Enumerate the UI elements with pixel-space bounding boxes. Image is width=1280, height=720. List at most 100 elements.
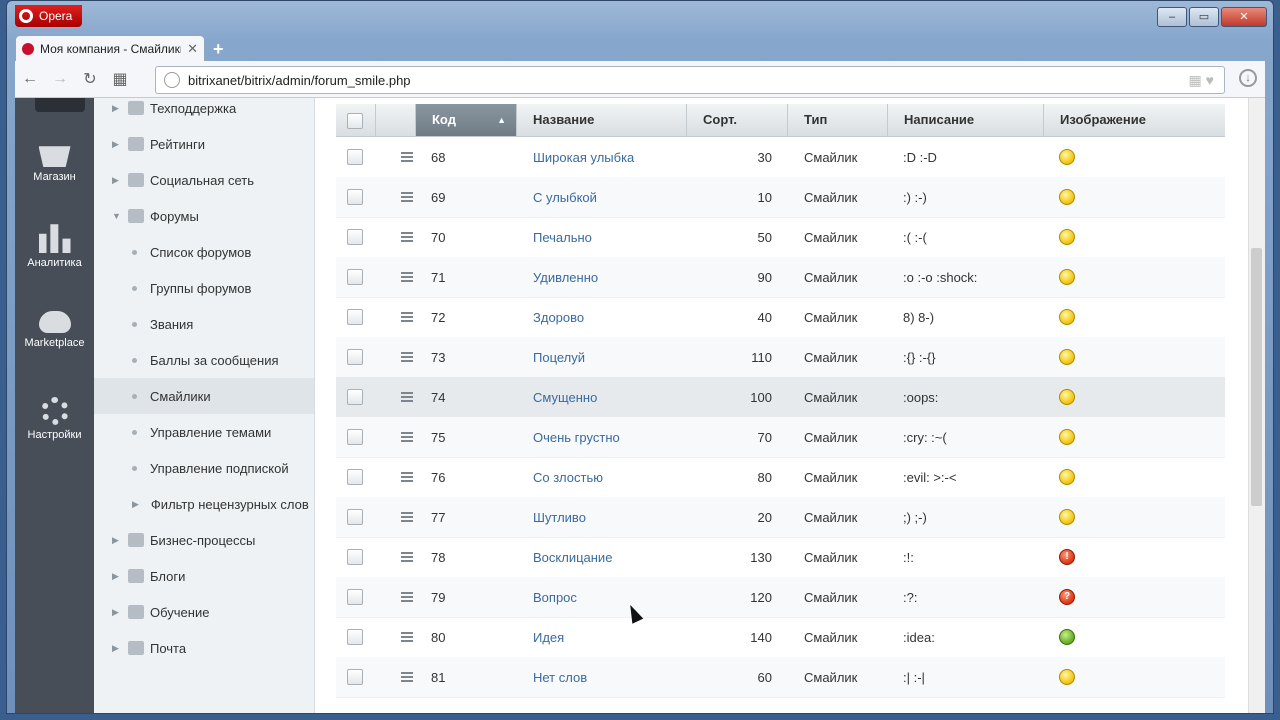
- select-all-checkbox[interactable]: [347, 113, 363, 129]
- row-checkbox[interactable]: [347, 509, 363, 525]
- browser-tab[interactable]: Моя компания - Смайлики ✕: [15, 35, 205, 61]
- download-icon[interactable]: ↓: [1239, 69, 1257, 87]
- cell-name-link[interactable]: Смущенно: [517, 390, 687, 405]
- menu-item[interactable]: Список форумов: [94, 234, 314, 270]
- scrollbar-thumb[interactable]: [1251, 248, 1262, 506]
- row-checkbox[interactable]: [347, 549, 363, 565]
- cell-name-link[interactable]: Нет слов: [517, 670, 687, 685]
- row-menu-icon[interactable]: [401, 152, 413, 162]
- column-name[interactable]: Название: [517, 104, 687, 136]
- row-menu-icon[interactable]: [401, 472, 413, 482]
- row-checkbox[interactable]: [347, 389, 363, 405]
- site-info-icon[interactable]: [164, 72, 180, 88]
- leftbar-item-shop[interactable]: Магазин: [15, 135, 94, 183]
- minimize-button[interactable]: –: [1157, 7, 1187, 27]
- leftbar-item-settings[interactable]: Настройки: [15, 397, 94, 441]
- row-menu-icon[interactable]: [401, 352, 413, 362]
- menu-item[interactable]: ▶ Блоги: [94, 558, 314, 594]
- menu-item[interactable]: ▶ Бизнес-процессы: [94, 522, 314, 558]
- expand-arrow-icon[interactable]: ▶: [132, 499, 139, 510]
- forward-icon[interactable]: →: [45, 70, 75, 88]
- row-menu-icon[interactable]: [401, 672, 413, 682]
- cell-name-link[interactable]: С улыбкой: [517, 190, 687, 205]
- menu-item[interactable]: Смайлики: [94, 378, 314, 414]
- expand-arrow-icon[interactable]: ▶: [112, 607, 120, 618]
- row-menu-icon[interactable]: [401, 192, 413, 202]
- cell-name-link[interactable]: Со злостью: [517, 470, 687, 485]
- table-row[interactable]: 68 Широкая улыбка 30 Смайлик:D :-D: [336, 137, 1225, 178]
- table-row[interactable]: 69 С улыбкой 10 Смайлик:) :-): [336, 177, 1225, 218]
- row-checkbox[interactable]: [347, 629, 363, 645]
- url-text[interactable]: bitrixanet/bitrix/admin/forum_smile.php: [188, 73, 1188, 88]
- cell-name-link[interactable]: Вопрос: [517, 590, 687, 605]
- table-row[interactable]: 79 Вопрос 120 Смайлик:?:?: [336, 577, 1225, 618]
- leftbar-top-tab[interactable]: [35, 98, 85, 112]
- menu-item[interactable]: ▶ Обучение: [94, 594, 314, 630]
- tab-close-icon[interactable]: ✕: [187, 41, 198, 57]
- menu-item[interactable]: Звания: [94, 306, 314, 342]
- table-row[interactable]: 77 Шутливо 20 Смайлик ;) ;-): [336, 497, 1225, 538]
- address-bar[interactable]: bitrixanet/bitrix/admin/forum_smile.php …: [155, 66, 1225, 94]
- expand-arrow-icon[interactable]: ▶: [112, 139, 120, 150]
- row-menu-icon[interactable]: [401, 512, 413, 522]
- row-checkbox[interactable]: [347, 309, 363, 325]
- row-checkbox[interactable]: [347, 429, 363, 445]
- row-menu-icon[interactable]: [401, 272, 413, 282]
- expand-open-icon[interactable]: ▼: [112, 211, 121, 221]
- table-row[interactable]: 76 Со злостью 80 Смайлик:evil: >:-<: [336, 457, 1225, 498]
- bookmark-icon[interactable]: ▦♥: [1188, 72, 1218, 89]
- maximize-button[interactable]: ▭: [1189, 7, 1219, 27]
- leftbar-item-marketplace[interactable]: Marketplace: [15, 305, 94, 349]
- menu-item[interactable]: ▶ Техподдержка: [94, 98, 314, 126]
- row-checkbox[interactable]: [347, 349, 363, 365]
- table-row[interactable]: 73 Поцелуй 110 Смайлик:{} :-{}: [336, 337, 1225, 378]
- row-checkbox[interactable]: [347, 229, 363, 245]
- cell-name-link[interactable]: Очень грустно: [517, 430, 687, 445]
- new-tab-button[interactable]: +: [213, 39, 224, 60]
- expand-arrow-icon[interactable]: ▶: [112, 571, 120, 582]
- menu-item[interactable]: ▶ Рейтинги: [94, 126, 314, 162]
- expand-arrow-icon[interactable]: ▶: [112, 103, 120, 114]
- expand-arrow-icon[interactable]: ▶: [112, 175, 120, 186]
- opera-menu-button[interactable]: Opera: [15, 5, 83, 27]
- menu-item[interactable]: Управление подпиской: [94, 450, 314, 486]
- speed-dial-icon[interactable]: ▦: [105, 69, 135, 89]
- menu-item[interactable]: Управление темами: [94, 414, 314, 450]
- reload-icon[interactable]: ↻: [75, 69, 105, 89]
- row-checkbox[interactable]: [347, 669, 363, 685]
- table-row[interactable]: 70 Печально 50 Смайлик:( :-(: [336, 217, 1225, 258]
- cell-name-link[interactable]: Здорово: [517, 310, 687, 325]
- cell-name-link[interactable]: Печально: [517, 230, 687, 245]
- menu-item[interactable]: Группы форумов: [94, 270, 314, 306]
- row-menu-icon[interactable]: [401, 552, 413, 562]
- row-menu-icon[interactable]: [401, 632, 413, 642]
- menu-item[interactable]: ▶ Почта: [94, 630, 314, 666]
- row-checkbox[interactable]: [347, 589, 363, 605]
- column-type[interactable]: Тип: [788, 104, 888, 136]
- menu-item[interactable]: ▶ Фильтр нецензурных слов: [94, 486, 314, 522]
- table-row[interactable]: 71 Удивленно 90 Смайлик:o :-o :shock:: [336, 257, 1225, 298]
- cell-name-link[interactable]: Удивленно: [517, 270, 687, 285]
- expand-arrow-icon[interactable]: ▶: [112, 643, 120, 654]
- cell-name-link[interactable]: Широкая улыбка: [517, 150, 687, 165]
- row-menu-icon[interactable]: [401, 592, 413, 602]
- header-checkbox-cell[interactable]: [336, 104, 376, 136]
- table-row[interactable]: 80 Идея 140 Смайлик:idea:: [336, 617, 1225, 658]
- table-row[interactable]: 75 Очень грустно 70 Смайлик:cry: :~(: [336, 417, 1225, 458]
- cell-name-link[interactable]: Поцелуй: [517, 350, 687, 365]
- row-checkbox[interactable]: [347, 269, 363, 285]
- row-checkbox[interactable]: [347, 149, 363, 165]
- back-icon[interactable]: ←: [15, 70, 45, 88]
- menu-item[interactable]: ▼ Форумы: [94, 198, 314, 234]
- column-code[interactable]: Код ▲: [416, 104, 517, 136]
- cell-name-link[interactable]: Восклицание: [517, 550, 687, 565]
- row-checkbox[interactable]: [347, 469, 363, 485]
- leftbar-item-analytics[interactable]: Аналитика: [15, 221, 94, 269]
- row-menu-icon[interactable]: [401, 312, 413, 322]
- row-menu-icon[interactable]: [401, 232, 413, 242]
- page-scrollbar[interactable]: [1248, 98, 1265, 713]
- column-sort[interactable]: Сорт.: [687, 104, 788, 136]
- table-row[interactable]: 72 Здорово 40 Смайлик 8) 8-): [336, 297, 1225, 338]
- column-image[interactable]: Изображение: [1044, 104, 1225, 136]
- cell-name-link[interactable]: Идея: [517, 630, 687, 645]
